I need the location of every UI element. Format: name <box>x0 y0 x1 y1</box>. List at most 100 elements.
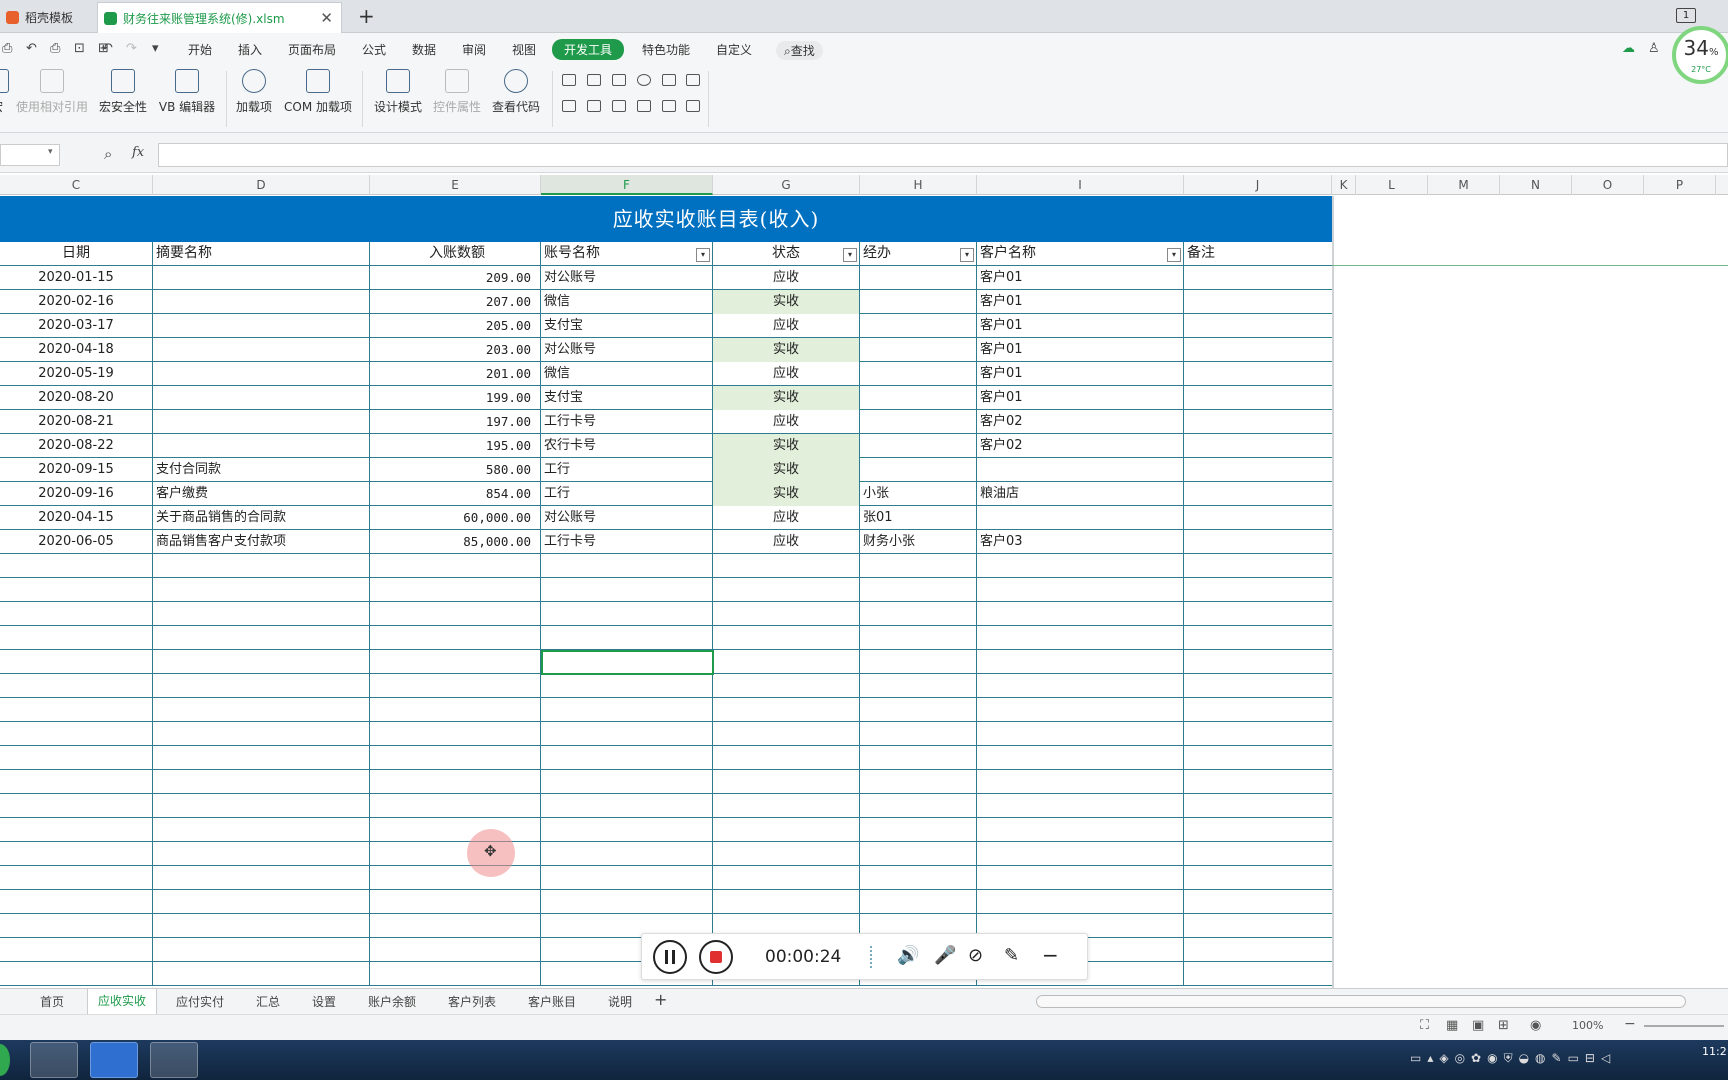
cell-note[interactable] <box>1184 962 1332 986</box>
cell-date[interactable] <box>0 650 153 674</box>
cell-amount[interactable] <box>370 866 541 890</box>
sheet-tab[interactable]: 客户账目 <box>528 993 576 1010</box>
relative-reference-button[interactable]: 使用相对引用 <box>14 69 90 115</box>
cell-date[interactable] <box>0 626 153 650</box>
sheet-title[interactable]: 应收实收账目表(收入) <box>0 196 1332 242</box>
cell-status[interactable] <box>713 602 860 626</box>
cell-amount[interactable] <box>370 602 541 626</box>
menu-view[interactable]: 视图 <box>512 41 536 58</box>
cell-summary[interactable]: 客户缴费 <box>153 482 370 506</box>
cell-summary[interactable] <box>153 722 370 746</box>
column-header[interactable]: C <box>0 175 153 195</box>
sheet-tab[interactable]: 说明 <box>608 993 632 1010</box>
cell-summary[interactable] <box>153 554 370 578</box>
cell-summary[interactable] <box>153 266 370 290</box>
cell-customer[interactable]: 客户01 <box>977 362 1184 386</box>
cell-status[interactable]: 应收 <box>713 314 860 338</box>
cell-note[interactable] <box>1184 434 1332 458</box>
header-customer[interactable]: 客户名称 <box>977 242 1184 266</box>
cell-status[interactable]: 实收 <box>713 458 860 482</box>
cell-customer[interactable] <box>977 650 1184 674</box>
cell-date[interactable]: 2020-09-16 <box>0 482 153 506</box>
cell-date[interactable] <box>0 842 153 866</box>
name-box-dropdown-icon[interactable]: ▾ <box>48 147 53 157</box>
cell-handler[interactable] <box>860 386 977 410</box>
cell-customer[interactable]: 客户03 <box>977 530 1184 554</box>
cell-status[interactable]: 实收 <box>713 434 860 458</box>
cell-status[interactable] <box>713 674 860 698</box>
cell-amount[interactable]: 205.00 <box>370 314 541 338</box>
cell-date[interactable] <box>0 890 153 914</box>
cell-customer[interactable]: 客户01 <box>977 266 1184 290</box>
cell-status[interactable]: 应收 <box>713 530 860 554</box>
sheet-tab[interactable]: 应付实付 <box>176 993 224 1010</box>
cell-summary[interactable] <box>153 698 370 722</box>
cell-amount[interactable]: 580.00 <box>370 458 541 482</box>
cell-summary[interactable] <box>153 386 370 410</box>
formula-input[interactable] <box>158 143 1728 167</box>
cell-account[interactable] <box>541 674 713 698</box>
cell-date[interactable] <box>0 554 153 578</box>
cell-account[interactable]: 支付宝 <box>541 314 713 338</box>
cell-status[interactable] <box>713 578 860 602</box>
cell-handler[interactable] <box>860 818 977 842</box>
cell-date[interactable] <box>0 722 153 746</box>
textbox-control-icon[interactable] <box>587 74 601 86</box>
cell-date[interactable] <box>0 698 153 722</box>
cell-note[interactable] <box>1184 794 1332 818</box>
speaker-icon[interactable]: 🔊 <box>897 945 919 966</box>
spin-control-icon[interactable] <box>587 100 601 112</box>
cell-status[interactable] <box>713 842 860 866</box>
cell-handler[interactable] <box>860 554 977 578</box>
vb-editor-button[interactable]: VB 编辑器 <box>156 69 218 115</box>
cell-date[interactable]: 2020-04-18 <box>0 338 153 362</box>
camera-off-icon[interactable]: ⊘ <box>968 945 983 966</box>
cell-account[interactable]: 工行卡号 <box>541 530 713 554</box>
cell-amount[interactable] <box>370 746 541 770</box>
cell-account[interactable] <box>541 602 713 626</box>
design-mode-button[interactable]: 设计模式 <box>372 69 424 115</box>
cell-note[interactable] <box>1184 578 1332 602</box>
cell-handler[interactable] <box>860 266 977 290</box>
cell-date[interactable] <box>0 794 153 818</box>
cell-customer[interactable]: 粮油店 <box>977 482 1184 506</box>
cell-date[interactable] <box>0 962 153 986</box>
sheet-tab[interactable]: 汇总 <box>256 993 280 1010</box>
cell-date[interactable]: 2020-06-05 <box>0 530 153 554</box>
cell-date[interactable]: 2020-01-15 <box>0 266 153 290</box>
cell-status[interactable]: 应收 <box>713 362 860 386</box>
cell-customer[interactable] <box>977 554 1184 578</box>
undo-icon[interactable]: ↶ <box>102 41 113 56</box>
cell-summary[interactable]: 关于商品销售的合同款 <box>153 506 370 530</box>
cell-account[interactable]: 工行 <box>541 482 713 506</box>
cell-amount[interactable]: 201.00 <box>370 362 541 386</box>
cell-handler[interactable] <box>860 602 977 626</box>
cell-note[interactable] <box>1184 386 1332 410</box>
cell-status[interactable]: 实收 <box>713 338 860 362</box>
cell-customer[interactable]: 客户01 <box>977 314 1184 338</box>
column-header[interactable]: P <box>1644 175 1716 195</box>
undo-history-icon[interactable]: ↶ <box>26 41 37 56</box>
start-button[interactable] <box>0 1044 10 1076</box>
cell-note[interactable] <box>1184 458 1332 482</box>
cell-note[interactable] <box>1184 530 1332 554</box>
cell-summary[interactable] <box>153 890 370 914</box>
cell-status[interactable]: 实收 <box>713 290 860 314</box>
cell-date[interactable] <box>0 578 153 602</box>
button-control-icon[interactable] <box>612 74 626 86</box>
cell-status[interactable] <box>713 722 860 746</box>
cell-note[interactable] <box>1184 722 1332 746</box>
header-account[interactable]: 账号名称 <box>541 242 713 266</box>
zoom-formula-icon[interactable]: ⌕ <box>104 145 112 163</box>
view-code-button[interactable]: 查看代码 <box>490 69 542 115</box>
cell-account[interactable]: 微信 <box>541 290 713 314</box>
cell-handler[interactable] <box>860 410 977 434</box>
cell-date[interactable]: 2020-04-15 <box>0 506 153 530</box>
filter-dropdown-icon[interactable]: ▾ <box>1167 248 1181 262</box>
system-tray-icons[interactable]: ▭▴◈◎✿◉⛨◒◍✎▭⊟◁ <box>1410 1051 1616 1066</box>
cell-status[interactable]: 应收 <box>713 410 860 434</box>
toggle-control-icon[interactable] <box>562 100 576 112</box>
column-header[interactable]: N <box>1500 175 1572 195</box>
microphone-icon[interactable]: 🎤 <box>934 945 956 966</box>
cell-date[interactable] <box>0 818 153 842</box>
